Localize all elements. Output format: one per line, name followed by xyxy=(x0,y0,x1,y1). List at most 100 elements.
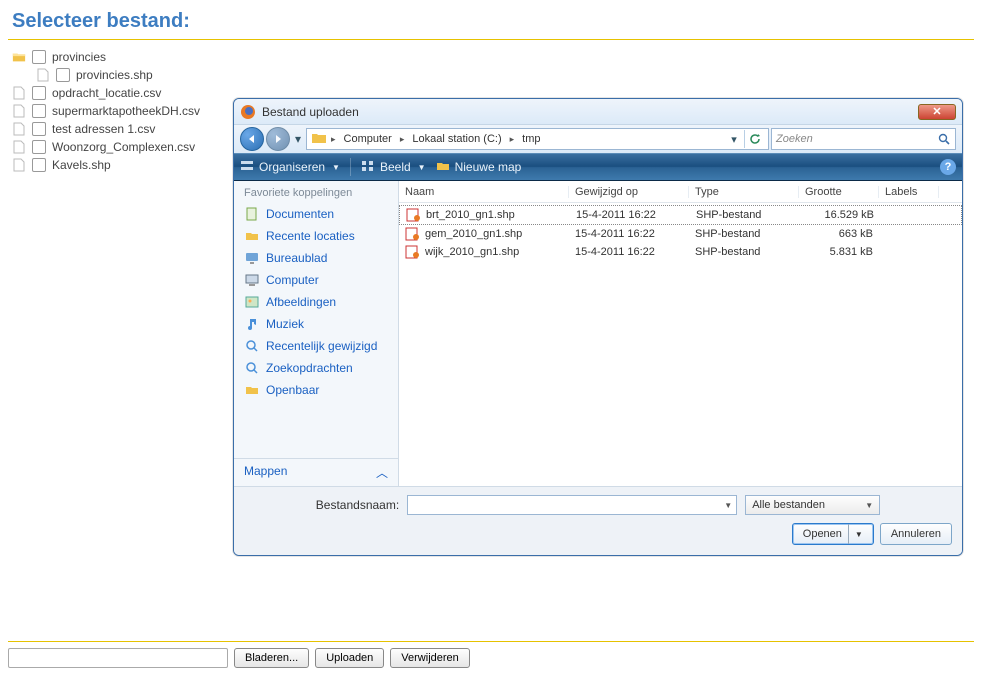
sidebar-item-documents[interactable]: Documenten xyxy=(240,203,392,225)
tree-label: provincies xyxy=(52,50,106,64)
checkbox-icon[interactable] xyxy=(32,140,46,154)
filetype-select[interactable]: Alle bestanden ▼ xyxy=(745,495,880,515)
search-input[interactable]: Zoeken xyxy=(771,128,956,150)
checkbox-icon[interactable] xyxy=(32,50,46,64)
bottom-toolbar: Bladeren... Uploaden Verwijderen xyxy=(8,641,974,668)
toolbar-organize-label: Organiseren xyxy=(259,160,325,174)
page-title: Selecteer bestand: xyxy=(0,0,982,39)
shp-file-icon xyxy=(405,245,421,259)
back-button[interactable] xyxy=(240,127,264,151)
dialog-titlebar[interactable]: Bestand uploaden ✕ xyxy=(234,99,962,125)
address-bar: ▾ ▸ Computer ▸ Lokaal station (C:) ▸ tmp… xyxy=(234,125,962,153)
close-button[interactable]: ✕ xyxy=(918,104,956,120)
desktop-icon xyxy=(244,250,260,266)
toolbar-new-folder[interactable]: Nieuwe map xyxy=(436,159,522,176)
breadcrumb-folder[interactable]: tmp xyxy=(518,133,544,145)
split-separator xyxy=(848,524,849,544)
file-modified: 15-4-2011 16:22 xyxy=(569,246,689,258)
col-modified[interactable]: Gewijzigd op xyxy=(569,186,689,198)
toolbar-separator xyxy=(350,158,351,176)
sidebar-item-desktop[interactable]: Bureaublad xyxy=(240,247,392,269)
sidebar-item-computer[interactable]: Computer xyxy=(240,269,392,291)
open-label: Openen xyxy=(803,528,842,540)
breadcrumb-drive[interactable]: Lokaal station (C:) xyxy=(408,133,505,145)
dialog-sidebar: Favoriete koppelingen Documenten Recente… xyxy=(234,181,399,486)
file-row[interactable]: wijk_2010_gn1.shp 15-4-2011 16:22SHP-best… xyxy=(399,243,962,261)
file-type: SHP-bestand xyxy=(690,209,800,221)
chevron-down-icon[interactable]: ▼ xyxy=(855,530,863,539)
sidebar-item-public[interactable]: Openbaar xyxy=(240,379,392,401)
checkbox-icon[interactable] xyxy=(32,158,46,172)
open-button[interactable]: Openen ▼ xyxy=(792,523,874,545)
col-type[interactable]: Type xyxy=(689,186,799,198)
checkbox-icon[interactable] xyxy=(32,104,46,118)
sidebar-label: Documenten xyxy=(266,207,334,221)
file-row[interactable]: brt_2010_gn1.shp15-4-2011 16:22SHP-besta… xyxy=(399,205,962,225)
history-dropdown[interactable]: ▾ xyxy=(292,129,304,149)
toolbar-view[interactable]: Beeld ▼ xyxy=(361,159,426,176)
tree-folder[interactable]: provincies xyxy=(12,48,970,66)
delete-button[interactable]: Verwijderen xyxy=(390,648,469,668)
firefox-icon xyxy=(240,104,256,120)
file-name: gem_2010_gn1.shp xyxy=(425,228,522,240)
file-name: wijk_2010_gn1.shp xyxy=(425,246,519,258)
search-placeholder: Zoeken xyxy=(776,133,813,145)
shp-file-icon xyxy=(406,208,422,222)
filepath-input[interactable] xyxy=(8,648,228,668)
col-name[interactable]: Naam xyxy=(399,186,569,198)
upload-button[interactable]: Uploaden xyxy=(315,648,384,668)
sidebar-item-recently-changed[interactable]: Recentelijk gewijzigd xyxy=(240,335,392,357)
forward-button[interactable] xyxy=(266,127,290,151)
tree-file[interactable]: provincies.shp xyxy=(12,66,970,84)
toolbar-organize[interactable]: Organiseren ▼ xyxy=(240,159,340,176)
checkbox-icon[interactable] xyxy=(32,122,46,136)
help-button[interactable]: ? xyxy=(940,159,956,175)
chevron-down-icon: ▼ xyxy=(332,163,340,172)
file-list-header[interactable]: Naam Gewijzigd op Type Grootte Labels xyxy=(399,181,962,203)
file-open-dialog: Bestand uploaden ✕ ▾ ▸ Computer ▸ Lokaal… xyxy=(233,98,963,556)
toolbar-view-label: Beeld xyxy=(380,160,411,174)
sidebar-label: Computer xyxy=(266,273,319,287)
documents-icon xyxy=(244,206,260,222)
recent-icon xyxy=(244,228,260,244)
sidebar-item-searches[interactable]: Zoekopdrachten xyxy=(240,357,392,379)
checkbox-icon[interactable] xyxy=(56,68,70,82)
sidebar-item-recent[interactable]: Recente locaties xyxy=(240,225,392,247)
cancel-button[interactable]: Annuleren xyxy=(880,523,952,545)
sidebar-label: Recente locaties xyxy=(266,229,355,243)
public-folder-icon xyxy=(244,382,260,398)
col-labels[interactable]: Labels xyxy=(879,186,939,198)
file-type: SHP-bestand xyxy=(689,246,799,258)
file-list-area: Naam Gewijzigd op Type Grootte Labels br… xyxy=(399,181,962,486)
dialog-title: Bestand uploaden xyxy=(262,105,359,119)
folders-label: Mappen xyxy=(244,464,287,481)
sidebar-label: Recentelijk gewijzigd xyxy=(266,339,377,353)
file-icon xyxy=(36,68,50,82)
chevron-down-icon[interactable]: ▾ xyxy=(726,130,742,148)
sidebar-item-pictures[interactable]: Afbeeldingen xyxy=(240,291,392,313)
breadcrumb[interactable]: ▸ Computer ▸ Lokaal station (C:) ▸ tmp ▾ xyxy=(306,128,769,150)
file-row[interactable]: gem_2010_gn1.shp15-4-2011 16:22SHP-besta… xyxy=(399,225,962,243)
checkbox-icon[interactable] xyxy=(32,86,46,100)
tree-label: supermarktapotheekDH.csv xyxy=(52,104,200,118)
filename-input[interactable]: ▼ xyxy=(407,495,737,515)
shp-file-icon xyxy=(405,227,421,241)
browse-button[interactable]: Bladeren... xyxy=(234,648,309,668)
chevron-right-icon: ▸ xyxy=(510,134,515,145)
tree-label: test adressen 1.csv xyxy=(52,122,155,136)
sidebar-item-music[interactable]: Muziek xyxy=(240,313,392,335)
chevron-down-icon[interactable]: ▼ xyxy=(724,501,732,510)
view-icon xyxy=(361,159,375,176)
breadcrumb-root[interactable]: Computer xyxy=(340,133,396,145)
chevron-right-icon: ▸ xyxy=(331,134,336,145)
col-size[interactable]: Grootte xyxy=(799,186,879,198)
file-icon xyxy=(12,86,26,100)
search-folder-icon xyxy=(244,360,260,376)
favorites-header: Favoriete koppelingen xyxy=(234,181,398,203)
file-modified: 15-4-2011 16:22 xyxy=(569,228,689,240)
filename-label: Bestandsnaam: xyxy=(316,498,399,512)
file-icon xyxy=(12,122,26,136)
folders-toggle[interactable]: Mappen ︿ xyxy=(234,458,398,486)
refresh-button[interactable] xyxy=(744,130,764,148)
file-icon xyxy=(12,104,26,118)
